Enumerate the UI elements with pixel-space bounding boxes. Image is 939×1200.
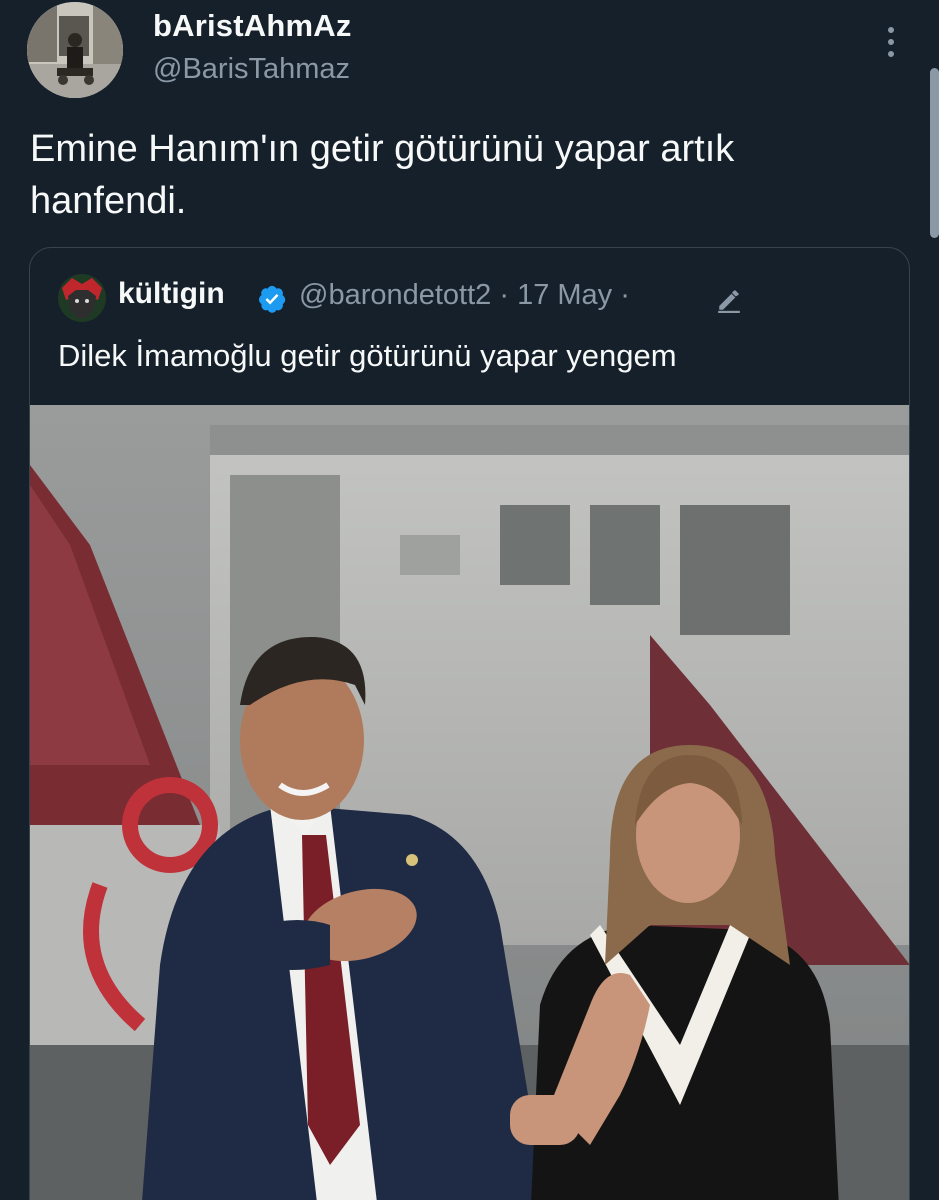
quoted-author-avatar-image [58,274,106,322]
more-vertical-icon [888,27,894,33]
quoted-tweet-card[interactable]: kültigin @barondetott2 · 17 May · Dilek … [29,247,910,1200]
tweet-text-line: Emine Hanım'ın getir götürünü yapar artı… [30,128,735,170]
author-avatar-photo [27,2,123,98]
quoted-author-avatar[interactable] [58,274,106,322]
more-vertical-icon-dot [888,51,894,57]
tweet-text: Emine Hanım'ın getir götürünü yapar artı… [30,123,890,227]
scrollbar[interactable] [930,68,939,238]
author-display-name[interactable]: bAristAhmAz [153,8,352,44]
verified-badge-icon [259,285,286,313]
author-avatar[interactable] [27,2,123,98]
quoted-tweet-text: Dilek İmamoğlu getir götürünü yapar yeng… [58,338,677,373]
edit-pencil-icon[interactable] [716,287,742,313]
author-handle[interactable]: @BarisTahmaz [153,53,350,86]
quoted-tweet-photo[interactable]: VIF [30,405,909,1200]
quoted-author-name[interactable]: kültigin [118,277,225,311]
tweet-text-line: hanfendi. [30,180,187,222]
quoted-tweet-meta[interactable]: @barondetott2 · 17 May · [299,279,630,312]
more-vertical-icon-dot [888,39,894,45]
more-options-button[interactable] [876,22,906,62]
photo-scene: VIF [30,405,909,1200]
tweet-screen: bAristAhmAz @BarisTahmaz Emine Hanım'ın … [0,0,939,1200]
